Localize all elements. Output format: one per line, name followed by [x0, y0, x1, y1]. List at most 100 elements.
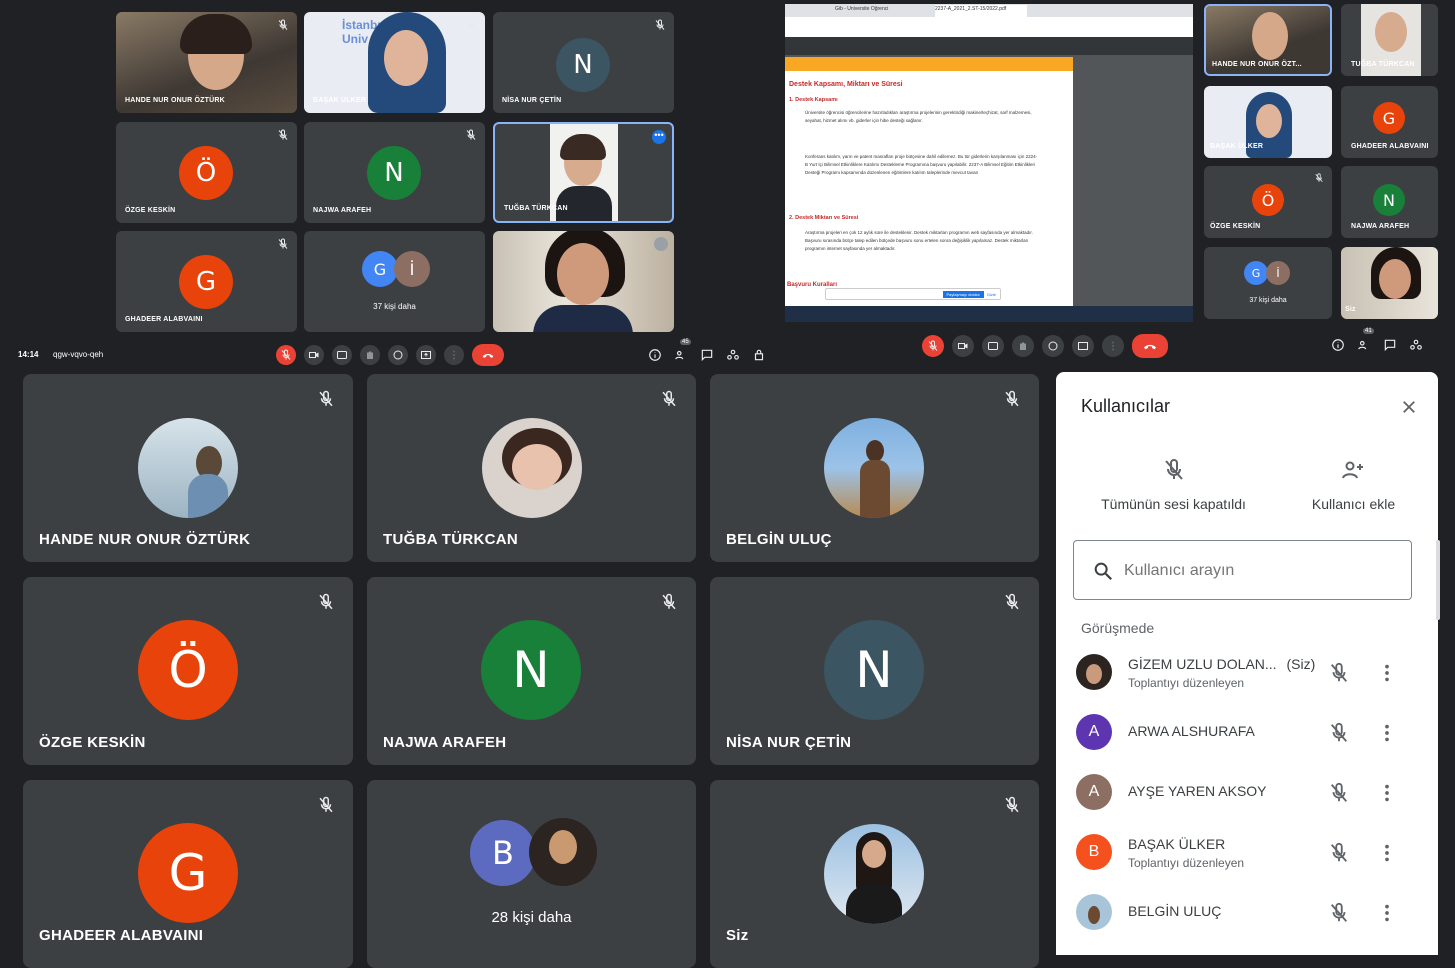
people-icon[interactable]: 45	[674, 339, 691, 362]
mic-off-icon	[654, 19, 666, 31]
tile-nisa[interactable]: N NİSA NUR ÇETİN	[493, 12, 674, 113]
more-vert-icon[interactable]	[1376, 842, 1398, 864]
more-icon[interactable]: •••	[652, 130, 666, 144]
pdf-para: Konferans katılım, yarın ve patent masra…	[805, 154, 1038, 175]
tile-more-28[interactable]: B 28 kişi daha	[367, 780, 696, 968]
avatar: N	[367, 146, 421, 200]
emoji-button[interactable]	[388, 345, 408, 365]
mic-button[interactable]	[922, 335, 944, 357]
raise-hand-button[interactable]	[360, 345, 380, 365]
tile-name: GHADEER ALABVAINI	[125, 316, 203, 323]
add-user-button[interactable]: Kullanıcı ekle	[1296, 458, 1411, 512]
present-button[interactable]	[1072, 335, 1094, 357]
search-box[interactable]	[1073, 540, 1412, 600]
mic-off-icon	[465, 129, 477, 141]
tile-ghadeer[interactable]: G GHADEER ALABVAINI	[1341, 86, 1438, 158]
avatar: A	[1076, 774, 1112, 810]
info-icon[interactable]	[1331, 338, 1345, 352]
avatar: İ	[1266, 261, 1290, 285]
panel-title: Kullanıcılar	[1081, 396, 1171, 416]
camera-button[interactable]	[952, 335, 974, 357]
tile-basak[interactable]: BAŞAK ÜLKER	[1204, 86, 1332, 158]
tile-tugba[interactable]: TUĞBA TÜRKCAN	[1341, 4, 1438, 76]
meeting-code: qgw-vqvo-qeh	[53, 350, 104, 359]
present-button[interactable]	[416, 345, 436, 365]
address-bar[interactable]	[785, 17, 1193, 37]
participant-row[interactable]: A AYŞE YAREN AKSOY	[1076, 766, 1418, 816]
tile-tugba[interactable]: ••• TUĞBA TÜRKCAN	[493, 122, 674, 223]
chat-icon[interactable]	[700, 348, 714, 362]
tile-ozge[interactable]: Ö ÖZGE KESKİN	[1204, 166, 1332, 238]
tile-ozge[interactable]: Ö ÖZGE KESKİN	[116, 122, 297, 223]
tile-ghadeer[interactable]: G GHADEER ALABVAINI	[116, 231, 297, 332]
more-vert-icon[interactable]	[1376, 662, 1398, 684]
tile-name: Siz	[1345, 306, 1356, 313]
scrollbar[interactable]	[1436, 540, 1440, 620]
captions-button[interactable]	[982, 335, 1004, 357]
more-options-button[interactable]	[444, 345, 464, 365]
participant-name: ARWA ALSHURAFA	[1128, 723, 1255, 739]
avatar: G	[362, 251, 398, 287]
mic-button[interactable]	[276, 345, 296, 365]
section-label: Görüşmede	[1081, 620, 1155, 636]
mic-off-icon	[1314, 173, 1324, 183]
activities-icon[interactable]	[1409, 338, 1423, 352]
participant-row[interactable]: GİZEM UZLU DOLAN... (Siz) Toplantıyı düz…	[1076, 646, 1418, 696]
mic-off-icon	[660, 390, 678, 408]
activities-icon[interactable]	[726, 348, 740, 362]
tile-najwa[interactable]: N NAJWA ARAFEH	[304, 122, 485, 223]
tile-ghadeer[interactable]: G GHADEER ALABVAINI	[23, 780, 353, 968]
chat-icon[interactable]	[1383, 338, 1397, 352]
stop-sharing-button[interactable]: Paylaşmayı durdur	[942, 290, 984, 298]
captions-button[interactable]	[332, 345, 352, 365]
tile-self[interactable]: Siz	[710, 780, 1039, 968]
more-vert-icon[interactable]	[1376, 902, 1398, 924]
more-vert-icon[interactable]	[1376, 722, 1398, 744]
participant-row[interactable]: B BAŞAK ÜLKER Toplantıyı düzenleyen	[1076, 826, 1418, 876]
tile-basak[interactable]: İstanbul Univ BAŞAK ÜLKER	[304, 12, 485, 113]
more-options-button[interactable]	[1102, 335, 1124, 357]
info-icon[interactable]	[648, 348, 662, 362]
avatar: N	[824, 620, 924, 720]
avatar: Ö	[138, 620, 238, 720]
avatar-photo	[529, 818, 597, 886]
emoji-button[interactable]	[1042, 335, 1064, 357]
browser-tab[interactable]: Gib - Üniversite Öğrenci	[835, 6, 925, 17]
tile-more-37[interactable]: G İ 37 kişi daha	[1204, 247, 1332, 319]
avatar: G	[1373, 102, 1405, 134]
leave-call-button[interactable]	[472, 344, 504, 366]
browser-tab[interactable]: 2237-A_2021_2.ST-15/2022.pdf	[935, 5, 1027, 17]
camera-button[interactable]	[304, 345, 324, 365]
more-vert-icon[interactable]	[1376, 782, 1398, 804]
tile-name: BAŞAK ÜLKER	[1210, 143, 1264, 150]
tile-ozge[interactable]: Ö ÖZGE KESKİN	[23, 577, 353, 765]
avatar-photo	[482, 418, 582, 518]
tile-self-video[interactable]	[493, 231, 674, 332]
tile-tugba[interactable]: TUĞBA TÜRKCAN	[367, 374, 696, 562]
tile-nisa[interactable]: N NİSA NUR ÇETİN	[710, 577, 1039, 765]
raise-hand-button[interactable]	[1012, 335, 1034, 357]
mute-all-button[interactable]: Tümünün sesi kapatıldı	[1086, 458, 1261, 512]
pdf-sub: 1. Destek Kapsamı	[789, 97, 838, 103]
close-icon[interactable]	[1400, 398, 1418, 416]
options-icon[interactable]	[654, 237, 668, 251]
tile-name: NAJWA ARAFEH	[383, 734, 507, 751]
tile-najwa[interactable]: N NAJWA ARAFEH	[1341, 166, 1438, 238]
hide-button[interactable]: Gizle	[987, 292, 996, 297]
tile-belgin[interactable]: BELGİN ULUÇ	[710, 374, 1039, 562]
search-input[interactable]	[1124, 559, 1394, 583]
tile-hande[interactable]: HANDE NUR ONUR ÖZTÜRK	[23, 374, 353, 562]
tile-more-37[interactable]: G İ 37 kişi daha	[304, 231, 485, 332]
tile-najwa[interactable]: N NAJWA ARAFEH	[367, 577, 696, 765]
tile-hande[interactable]: HANDE NUR ONUR ÖZT...	[1204, 4, 1332, 76]
participant-row[interactable]: BELGİN ULUÇ	[1076, 886, 1418, 936]
tile-self[interactable]: Siz	[1341, 247, 1438, 319]
more-count: 37 kişi daha	[373, 302, 416, 311]
leave-call-button[interactable]	[1132, 334, 1168, 358]
tile-name: TUĞBA TÜRKCAN	[504, 205, 568, 212]
host-controls-icon[interactable]	[752, 348, 766, 362]
top-right-meet-window: Gib - Üniversite Öğrenci 2237-A_2021_2.S…	[785, 0, 1455, 370]
people-icon[interactable]: 41	[1357, 328, 1374, 352]
participant-row[interactable]: A ARWA ALSHURAFA	[1076, 706, 1418, 756]
tile-hande[interactable]: HANDE NUR ONUR ÖZTÜRK	[116, 12, 297, 113]
